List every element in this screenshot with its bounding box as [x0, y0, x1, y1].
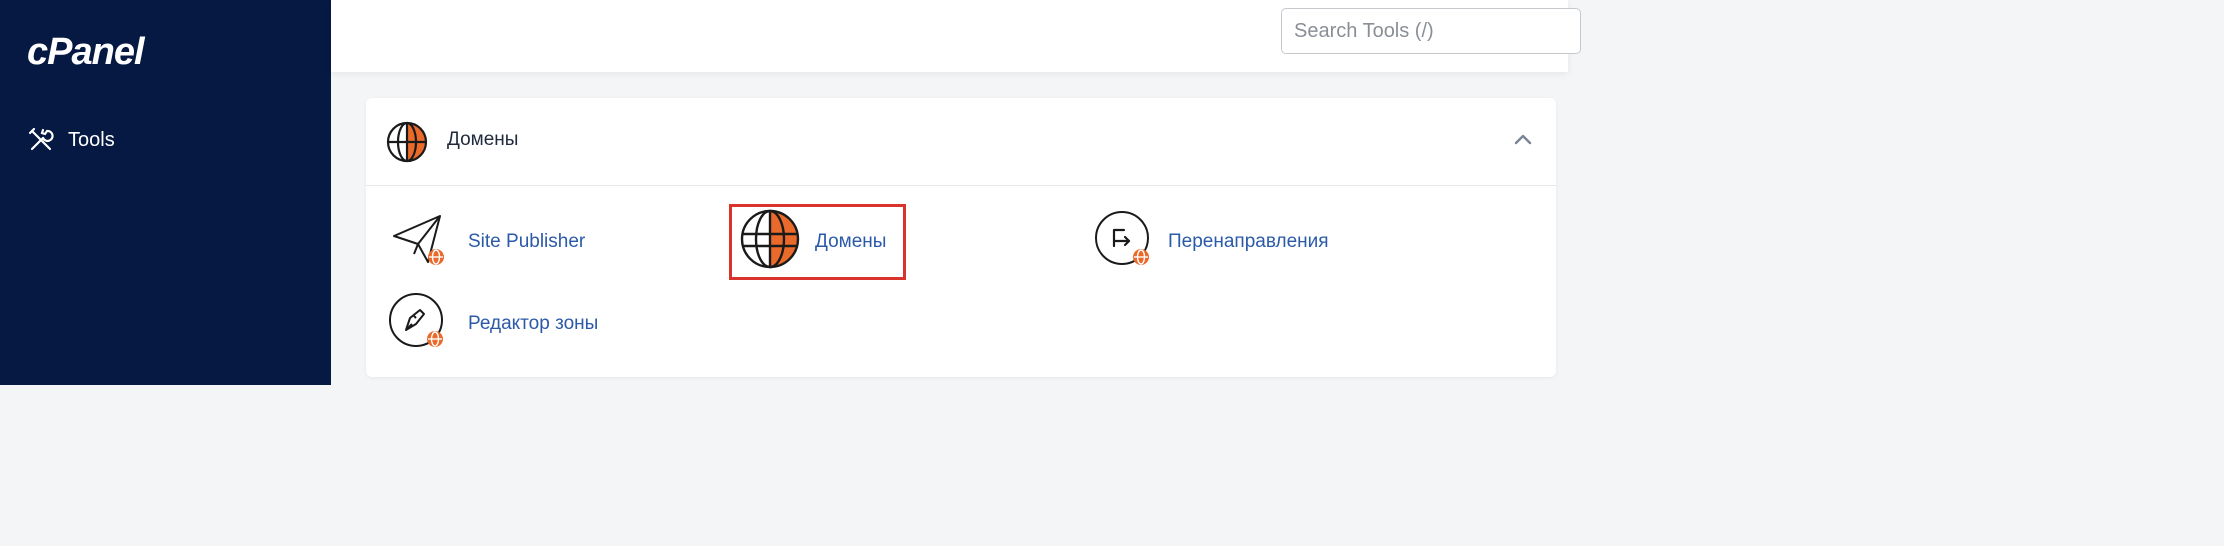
- sidebar-item-tools[interactable]: Tools: [28, 124, 115, 156]
- paper-plane-globe-icon: [388, 210, 446, 273]
- redirect-globe-icon: [1094, 210, 1152, 273]
- tool-label: Site Publisher: [468, 230, 586, 252]
- sidebar-item-label: Tools: [68, 128, 115, 151]
- tool-domains[interactable]: Домены: [740, 209, 887, 273]
- tool-label: Домены: [815, 230, 887, 252]
- top-header: [331, 0, 1581, 72]
- tool-label: Редактор зоны: [468, 312, 599, 334]
- sidebar: cPanel Tools: [0, 0, 331, 385]
- tool-label: Перенаправления: [1168, 230, 1329, 252]
- tools-icon: [28, 127, 54, 153]
- tool-site-publisher[interactable]: Site Publisher: [388, 210, 585, 273]
- panel-header[interactable]: Домены: [366, 98, 1556, 186]
- domains-panel: Домены Site Publisher Домены Перенаправл…: [366, 98, 1556, 377]
- cpanel-logo[interactable]: cPanel: [27, 30, 145, 74]
- zone-editor-globe-icon: [388, 292, 446, 355]
- chevron-up-icon[interactable]: [1514, 132, 1532, 150]
- globe-icon: [386, 121, 428, 167]
- tool-redirects[interactable]: Перенаправления: [1094, 210, 1329, 273]
- panel-title: Домены: [447, 129, 519, 150]
- tool-zone-editor[interactable]: Редактор зоны: [388, 292, 598, 355]
- globe-icon: [740, 209, 800, 273]
- search-input[interactable]: [1281, 8, 1581, 54]
- logo-text: cPanel: [27, 31, 145, 73]
